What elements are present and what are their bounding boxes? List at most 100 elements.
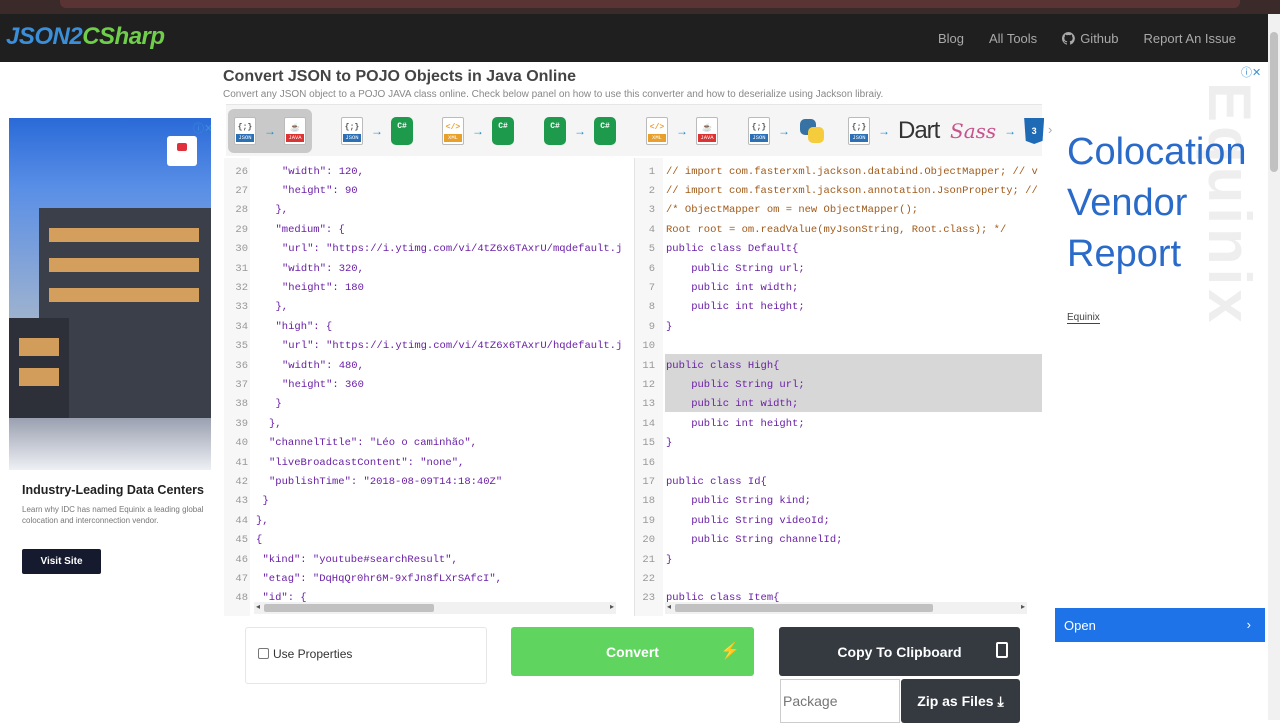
options-panel: Use Properties: [245, 627, 487, 684]
nav-blog-link[interactable]: Blog: [938, 31, 964, 46]
tool-json-to-csharp[interactable]: {;} JSON → C#: [341, 109, 413, 153]
ad-title: Industry-Leading Data Centers: [22, 483, 204, 497]
line-number: 36: [235, 359, 248, 372]
copy-to-clipboard-button[interactable]: Copy To Clipboard: [779, 627, 1020, 676]
code-line: 3 /* ObjectMapper om = new ObjectMapper()…: [635, 201, 918, 220]
code-text: "url": "https://i.ytimg.com/vi/4tZ6x6TAx…: [282, 340, 623, 353]
python-logo-icon: [798, 117, 826, 145]
left-advertisement[interactable]: ⓘ✕ Industry-Leading Data Centers Learn w…: [9, 118, 211, 620]
package-input[interactable]: [780, 679, 900, 723]
code-line: 6 public String url;: [635, 259, 805, 278]
code-line: 26 "width": 120,: [224, 162, 364, 181]
ad-visit-site-button[interactable]: Visit Site: [22, 549, 101, 574]
line-number: 30: [235, 243, 248, 256]
line-number: 47: [235, 573, 248, 586]
logo-part-csharp: CSharp: [82, 23, 165, 50]
arrow-right-icon: →: [574, 124, 586, 138]
tool-csharp-to-json[interactable]: C# → C#: [544, 109, 616, 153]
ad-open-label: Open: [1064, 618, 1096, 633]
nav-github-link[interactable]: Github: [1062, 31, 1119, 46]
equinix-logo-icon: [167, 136, 197, 166]
tool-sass-to-css[interactable]: Sass → 3: [950, 109, 1045, 153]
page-title: Convert JSON to POJO Objects in Java Onl…: [223, 68, 576, 85]
use-properties-checkbox[interactable]: [258, 648, 269, 659]
code-line: 8 public int height;: [635, 298, 805, 317]
json-input-editor[interactable]: 26 "width": 120, 27 "height": 90 28}, 29 "medi…: [224, 158, 632, 616]
code-text: }: [666, 320, 673, 333]
nav-all-tools-link[interactable]: All Tools: [989, 31, 1037, 46]
nav-report-issue-link[interactable]: Report An Issue: [1144, 31, 1237, 46]
code-line: 36 "width": 480,: [224, 356, 364, 375]
code-text: }: [666, 553, 673, 566]
csharp-json-file-icon: C#: [594, 117, 616, 145]
line-number: 43: [235, 495, 248, 508]
ad-brand-link[interactable]: Equinix: [1067, 312, 1100, 324]
code-text: public String kind;: [666, 495, 811, 508]
code-text: "height": 360: [282, 379, 364, 392]
chevron-right-icon: ›: [1246, 617, 1251, 632]
code-text: },: [275, 301, 289, 314]
tool-json-to-java[interactable]: {;} JSON → ☕ JAVA: [228, 109, 312, 153]
nav-links: Blog All Tools Github Report An Issue: [938, 14, 1236, 62]
tool-json-to-python[interactable]: {;} JSON →: [748, 109, 826, 153]
right-editor-hscrollbar[interactable]: ◂ ▸: [665, 602, 1027, 614]
code-line: 41 "liveBroadcastContent": "none",: [224, 453, 464, 472]
line-number: 28: [235, 204, 248, 217]
ad-info-close-icon[interactable]: ⓘ✕: [193, 120, 211, 136]
code-line: 7 public int width;: [635, 278, 799, 297]
code-line: 28},: [224, 201, 288, 220]
java-file-icon: ☕ JAVA: [696, 117, 718, 145]
toolbar-next-chevron-icon[interactable]: ›: [1048, 122, 1052, 137]
code-text: // import com.fasterxml.jackson.annotati…: [666, 185, 1038, 198]
line-number: 42: [235, 476, 248, 489]
line-number: 37: [235, 379, 248, 392]
logo-part-json2: JSON2: [6, 23, 83, 50]
line-number: 7: [648, 282, 655, 295]
convert-button[interactable]: Convert ⚡: [511, 627, 754, 676]
navbar: JSON2CSharp Blog All Tools Github Report…: [0, 14, 1280, 62]
line-number: 15: [642, 437, 655, 450]
code-text: "medium": {: [275, 223, 345, 236]
ad-description: Learn why IDC has named Equinix a leadin…: [22, 505, 204, 525]
code-line: 19 public String videoId;: [635, 511, 829, 530]
left-editor-hscrollbar[interactable]: ◂ ▸: [254, 602, 616, 614]
github-icon: [1062, 31, 1076, 45]
site-logo[interactable]: JSON2CSharp: [6, 23, 165, 51]
page-scrollbar-thumb[interactable]: [1270, 32, 1278, 172]
code-text: },: [275, 204, 289, 217]
code-line: 14 public int height;: [635, 414, 804, 433]
code-text: /* ObjectMapper om = new ObjectMapper();: [666, 204, 919, 217]
ad-headline: Colocation Vendor Report: [1067, 131, 1247, 275]
page-scrollbar[interactable]: [1268, 14, 1280, 720]
json-file-icon: {;} JSON: [848, 117, 870, 145]
code-line: 1 // import com.fasterxml.jackson.databin…: [635, 162, 1038, 181]
convert-button-label: Convert: [606, 643, 659, 660]
zip-as-files-button[interactable]: Zip as Files ⤓: [901, 679, 1020, 723]
code-line: 35 "url": "https://i.ytimg.com/vi/4tZ6x6T…: [224, 337, 622, 356]
use-properties-label[interactable]: Use Properties: [273, 647, 352, 661]
right-advertisement[interactable]: Equinix ⓘ✕ Colocation Vendor Report Equi…: [1055, 62, 1267, 642]
code-text: "url": "https://i.ytimg.com/vi/4tZ6x6TAx…: [282, 243, 623, 256]
line-number: 29: [235, 223, 248, 236]
tool-xml-to-java[interactable]: </> XML → ☕ JAVA: [646, 109, 718, 153]
code-text: },: [269, 417, 282, 430]
java-output-editor[interactable]: 1 // import com.fasterxml.jackson.databin…: [634, 158, 1042, 616]
line-number: 11: [642, 359, 655, 372]
tool-xml-to-csharp[interactable]: </> XML → C#: [442, 109, 514, 153]
line-number: 34: [235, 320, 248, 333]
code-text: public String url;: [666, 262, 805, 275]
line-number: 10: [642, 340, 655, 353]
code-line: 20 public String channelId;: [635, 531, 842, 550]
line-number: 31: [235, 262, 248, 275]
tool-json-to-dart[interactable]: {;} JSON → Dart: [848, 109, 940, 153]
code-text: "liveBroadcastContent": "none",: [269, 456, 465, 469]
line-number: 40: [235, 437, 248, 450]
ad-info-close-icon[interactable]: ⓘ✕: [1241, 64, 1261, 80]
ad-open-button[interactable]: Open ›: [1055, 608, 1265, 642]
line-number: 17: [642, 476, 655, 489]
code-text: public class Id{: [666, 476, 767, 489]
csharp-file-icon: C#: [544, 117, 566, 145]
line-number: 23: [642, 592, 655, 605]
line-number: 9: [648, 320, 655, 333]
line-number: 35: [235, 340, 248, 353]
